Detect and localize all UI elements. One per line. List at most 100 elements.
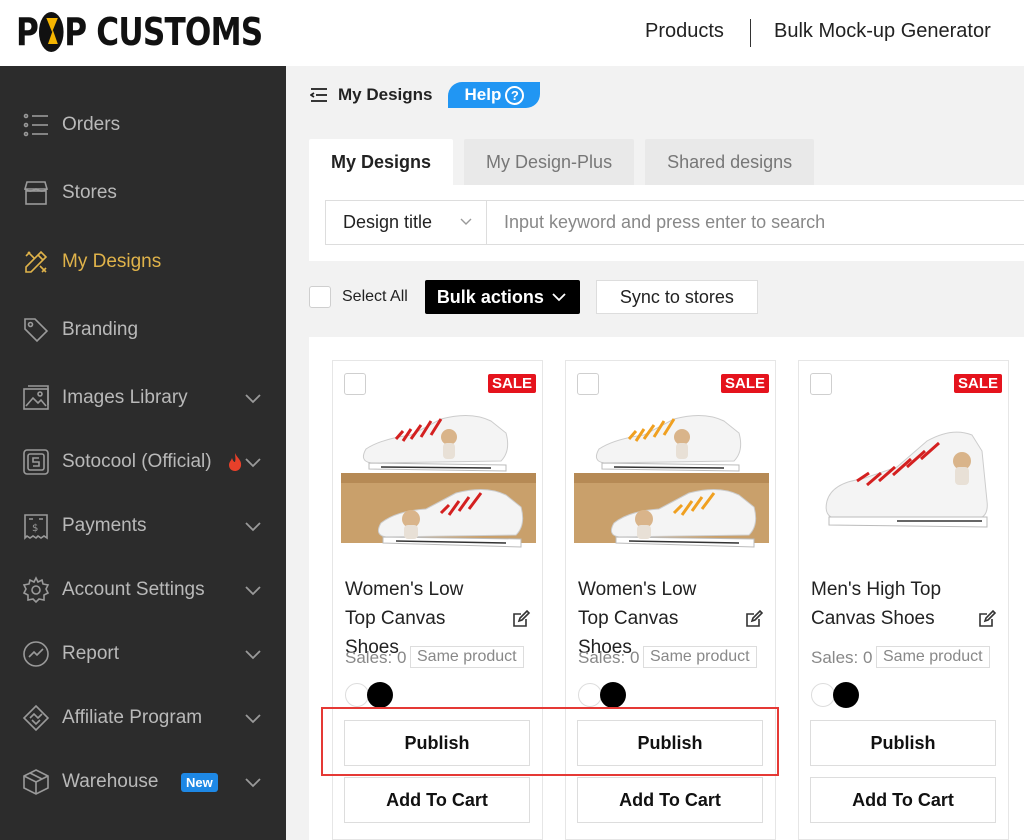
sidebar: Orders Stores My Designs Branding Images…	[0, 66, 286, 840]
sidebar-item-label: Sotocool (Official)	[62, 451, 212, 472]
menu-fold-icon[interactable]	[310, 87, 328, 103]
sales-count: Sales: 0	[578, 648, 640, 667]
question-icon: ?	[505, 85, 525, 105]
store-icon	[23, 181, 49, 205]
chevron-down-icon	[245, 522, 261, 532]
chart-icon	[23, 641, 49, 667]
edit-icon[interactable]	[744, 609, 764, 629]
sidebar-item-label: Payments	[62, 515, 147, 536]
add-to-cart-button[interactable]: Add To Cart	[810, 777, 996, 823]
sale-badge: SALE	[721, 374, 770, 393]
chevron-down-icon	[245, 778, 261, 788]
same-product-button[interactable]: Same product	[643, 646, 757, 668]
product-name[interactable]: Men's High Top Canvas Shoes	[811, 575, 961, 633]
product-image[interactable]	[341, 391, 536, 561]
sidebar-item-stores[interactable]: Stores	[0, 168, 286, 218]
tag-icon	[24, 318, 49, 343]
sidebar-item-label: Account Settings	[62, 579, 205, 600]
chevron-down-icon	[245, 586, 261, 596]
sidebar-item-label: Report	[62, 643, 120, 664]
page-title: My Designs	[338, 85, 433, 104]
publish-button[interactable]: Publish	[810, 720, 996, 766]
tab-my-designs[interactable]: My Designs	[309, 139, 454, 185]
sync-to-stores-button[interactable]: Sync to stores	[595, 280, 758, 314]
color-swatch-white[interactable]	[811, 683, 835, 707]
sidebar-item-orders[interactable]: Orders	[0, 100, 286, 150]
select-all-label: Select All	[342, 288, 408, 305]
sidebar-item-images-library[interactable]: Images Library	[0, 373, 286, 423]
search-field-select-value: Design title	[343, 212, 433, 232]
box-icon	[23, 769, 49, 795]
sidebar-item-my-designs[interactable]: My Designs	[0, 237, 286, 287]
sidebar-item-label: Orders	[62, 114, 121, 135]
annotation-highlight-box	[321, 707, 779, 776]
sidebar-item-affiliate-program[interactable]: Affiliate Program	[0, 693, 286, 743]
edit-icon[interactable]	[977, 609, 997, 629]
bulk-actions-button[interactable]: Bulk actions	[424, 280, 580, 314]
logo-text-p: P	[16, 10, 39, 54]
color-swatch-white[interactable]	[578, 683, 602, 707]
color-swatch-black[interactable]	[600, 682, 626, 708]
same-product-button[interactable]: Same product	[410, 646, 524, 668]
sidebar-item-label: Warehouse	[62, 771, 159, 792]
image-folder-icon	[23, 385, 49, 410]
top-header: P P CUSTOMS Products Bulk Mock-up Genera…	[0, 0, 1024, 66]
chevron-down-icon	[245, 650, 261, 660]
same-product-button[interactable]: Same product	[876, 646, 990, 668]
search-input[interactable]	[487, 201, 1024, 244]
help-button[interactable]: Help ?	[448, 82, 541, 108]
sale-badge: SALE	[954, 374, 1003, 393]
sidebar-item-branding[interactable]: Branding	[0, 305, 286, 355]
add-to-cart-button[interactable]: Add To Cart	[577, 777, 763, 823]
chevron-down-icon	[245, 394, 261, 404]
sidebar-item-label: Branding	[62, 319, 139, 340]
color-swatch-black[interactable]	[833, 682, 859, 708]
bulk-actions-label: Bulk actions	[436, 286, 544, 307]
sidebar-item-warehouse[interactable]: Warehouse New	[0, 757, 286, 807]
tab-shared-designs[interactable]: Shared designs	[645, 139, 815, 185]
sidebar-item-sotocool[interactable]: Sotocool (Official)	[0, 437, 286, 487]
gear-icon	[22, 576, 50, 604]
color-swatch-white[interactable]	[345, 683, 369, 707]
sidebar-item-report[interactable]: Report	[0, 629, 286, 679]
add-to-cart-button[interactable]: Add To Cart	[344, 777, 530, 823]
design-tools-icon	[25, 250, 48, 273]
product-image[interactable]	[807, 391, 1002, 561]
breadcrumb: My Designs Help ?	[310, 82, 541, 108]
sale-badge: SALE	[488, 374, 537, 393]
sidebar-item-payments[interactable]: $ Payments	[0, 501, 286, 551]
s-logo-icon	[23, 449, 49, 475]
sidebar-item-account-settings[interactable]: Account Settings	[0, 565, 286, 615]
pop-customs-logo[interactable]: P P CUSTOMS	[16, 10, 263, 54]
select-all-checkbox[interactable]	[309, 286, 331, 308]
sidebar-item-label: My Designs	[62, 251, 162, 272]
bulk-actions-row: Select All Bulk actions Sync to stores	[309, 280, 758, 314]
lightning-bolt-icon	[38, 12, 64, 52]
edit-icon[interactable]	[511, 609, 531, 629]
nav-bulk-mockup-link[interactable]: Bulk Mock-up Generator	[774, 20, 991, 43]
nav-products-link[interactable]: Products	[645, 20, 724, 43]
search-field-select[interactable]: Design title	[326, 201, 487, 244]
tab-my-design-plus[interactable]: My Design-Plus	[464, 139, 635, 185]
sidebar-item-label: Affiliate Program	[62, 707, 203, 728]
product-image[interactable]	[574, 391, 769, 561]
chevron-down-icon	[245, 458, 261, 468]
sidebar-item-label: Stores	[62, 182, 117, 203]
design-card: SALE Men's High Top Canvas Shoes Sales: …	[798, 360, 1009, 840]
fire-icon	[229, 453, 242, 471]
help-label: Help	[464, 85, 502, 104]
color-swatch-black[interactable]	[367, 682, 393, 708]
sales-count: Sales: 0	[811, 648, 873, 667]
chevron-down-icon	[460, 218, 472, 225]
list-icon	[23, 113, 48, 137]
handshake-icon	[22, 704, 50, 732]
chevron-down-icon	[245, 714, 261, 724]
sales-count: Sales: 0	[345, 648, 407, 667]
logo-text-customs: P CUSTOMS	[64, 10, 263, 54]
designs-tabs: My Designs My Design-Plus Shared designs	[309, 139, 815, 185]
new-badge: New	[181, 772, 218, 792]
nav-divider	[750, 19, 751, 47]
search-box: Design title	[325, 200, 1024, 245]
svg-text:$: $	[32, 523, 38, 534]
search-panel: Design title	[309, 185, 1024, 261]
